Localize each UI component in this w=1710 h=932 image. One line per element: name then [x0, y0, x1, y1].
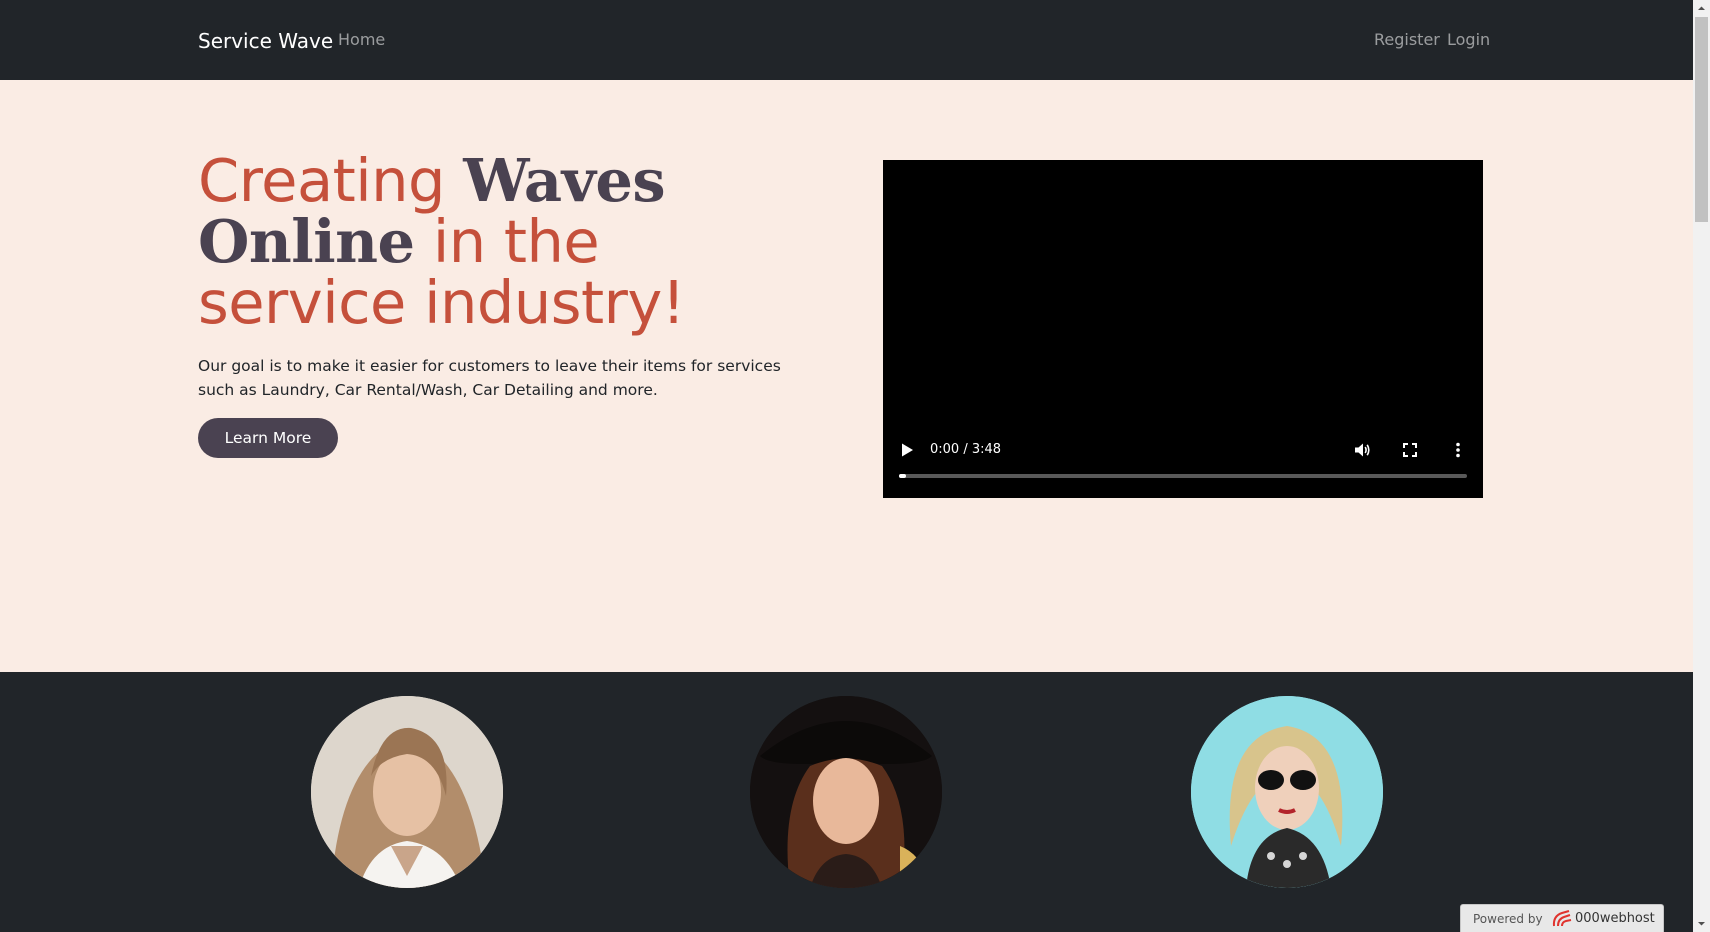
- video-time: 0:00 / 3:48: [930, 442, 1002, 457]
- scroll-up-icon[interactable]: [1693, 0, 1710, 17]
- badge-powered-text: Powered by: [1473, 912, 1543, 926]
- 000webhost-logo-icon: [1550, 909, 1572, 929]
- volume-icon[interactable]: [1352, 440, 1372, 460]
- learn-more-button[interactable]: Learn More: [198, 418, 338, 458]
- scrollbar-thumb[interactable]: [1695, 17, 1708, 222]
- hero-description: Our goal is to make it easier for custom…: [198, 357, 781, 399]
- main-viewport: Service Wave Home Register Login Creatin…: [0, 0, 1693, 932]
- video-progress-fill: [899, 474, 906, 478]
- brand-link[interactable]: Service Wave: [198, 27, 333, 55]
- nav-home-link[interactable]: Home: [338, 29, 385, 51]
- badge-brand-text: 000webhost: [1575, 911, 1655, 926]
- play-icon[interactable]: [899, 442, 915, 458]
- navbar: Service Wave Home Register Login: [0, 0, 1693, 80]
- hero-headline: Creating Waves Online in the service ind…: [198, 150, 818, 333]
- scrollbar[interactable]: [1693, 0, 1710, 932]
- team-section: [0, 672, 1693, 932]
- page: Service Wave Home Register Login Creatin…: [0, 0, 1710, 932]
- avatar: [1191, 696, 1383, 888]
- more-options-icon[interactable]: [1448, 440, 1468, 460]
- video-progress-bar[interactable]: [899, 474, 1467, 478]
- video-player[interactable]: 0:00 / 3:48: [883, 160, 1483, 498]
- avatar: [750, 696, 942, 888]
- nav-register-link[interactable]: Register: [1374, 29, 1440, 51]
- headline-creating: Creating: [198, 146, 464, 215]
- hero-section: Creating Waves Online in the service ind…: [0, 80, 1693, 672]
- fullscreen-icon[interactable]: [1400, 440, 1420, 460]
- scroll-down-icon[interactable]: [1693, 915, 1710, 932]
- headline-waves: Waves: [463, 146, 666, 215]
- headline-online: Online: [198, 207, 415, 276]
- avatar: [311, 696, 503, 888]
- powered-by-badge[interactable]: Powered by 000webhost: [1460, 904, 1664, 932]
- nav-login-link[interactable]: Login: [1447, 29, 1490, 51]
